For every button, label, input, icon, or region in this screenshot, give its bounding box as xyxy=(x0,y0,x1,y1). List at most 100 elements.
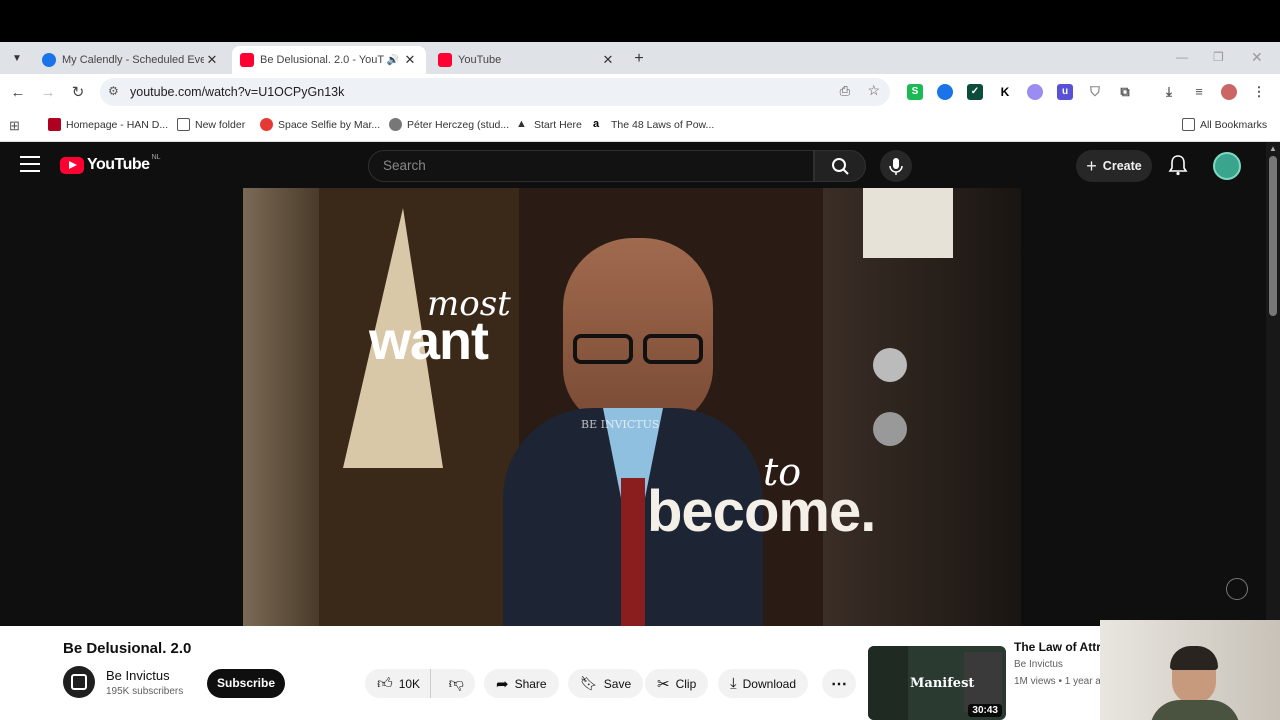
masthead: YouTube NL Search + Create xyxy=(0,142,1266,188)
recommended-title[interactable]: The Law of Attra xyxy=(1014,640,1108,654)
install-app-icon[interactable]: ⎙ xyxy=(840,83,850,99)
player-branding-icon[interactable] xyxy=(1226,578,1248,600)
extension-icon[interactable]: u xyxy=(1057,84,1073,100)
overlay-text-become: become. xyxy=(647,479,876,544)
thumbs-up-icon: 👍︎ xyxy=(377,674,393,692)
subscribe-button[interactable]: Subscribe xyxy=(207,669,285,698)
webcam-overlay xyxy=(1100,620,1280,720)
tab-title: Be Delusional. 2.0 - YouTube xyxy=(260,54,384,66)
hamburger-menu-icon[interactable] xyxy=(20,156,40,172)
speaker-icon[interactable]: 🔊 xyxy=(384,55,402,66)
close-tab-icon[interactable]: ✕ xyxy=(204,52,220,68)
forward-button[interactable]: → xyxy=(38,83,58,103)
youtube-favicon-icon xyxy=(438,53,452,67)
tab-title: YouTube xyxy=(458,54,502,66)
han-icon xyxy=(48,118,61,131)
notifications-bell-icon[interactable] xyxy=(1168,154,1188,181)
download-icon[interactable]: ⤓ xyxy=(1161,84,1177,100)
search-input[interactable]: Search xyxy=(368,150,814,182)
maximize-button[interactable]: ❐ xyxy=(1213,50,1224,64)
more-horizontal-icon: ⋯ xyxy=(831,675,847,693)
clip-button[interactable]: ✂ Clip xyxy=(645,669,709,698)
like-button[interactable]: 👍︎ 10K xyxy=(365,669,432,698)
new-tab-button[interactable]: + xyxy=(630,50,648,68)
bookmark-item[interactable]: ▲ Start Here xyxy=(516,118,582,131)
thumbs-down-icon: 👎︎ xyxy=(448,674,464,692)
back-button[interactable]: ← xyxy=(8,83,28,103)
bookmark-item[interactable]: a The 48 Laws of Pow... xyxy=(593,118,714,131)
extension-icon[interactable]: S xyxy=(907,84,923,100)
bookmark-star-icon[interactable]: ☆ xyxy=(867,82,880,99)
minimize-button[interactable]: — xyxy=(1176,50,1188,64)
extension-icon[interactable]: K xyxy=(997,84,1013,100)
search-button[interactable] xyxy=(814,150,866,182)
bookmarks-bar: ⊞ Homepage - HAN D... New folder Space S… xyxy=(0,110,1280,142)
channel-watermark: BE INVICTUS xyxy=(581,418,660,431)
start-icon: ▲ xyxy=(516,118,527,130)
scroll-up-arrow-icon[interactable]: ▲ xyxy=(1269,144,1277,153)
thumb-left xyxy=(868,646,908,720)
bookmark-item[interactable]: New folder xyxy=(177,118,245,131)
all-bookmarks[interactable]: All Bookmarks xyxy=(1182,118,1267,131)
scrollbar-thumb[interactable] xyxy=(1269,156,1277,316)
more-actions-button[interactable]: ⋯ xyxy=(822,669,856,698)
bookmark-item[interactable]: Péter Herczeg (stud... xyxy=(389,118,509,131)
profile-avatar[interactable] xyxy=(1221,84,1237,100)
recommended-channel: Be Invictus xyxy=(1014,659,1063,670)
youtube-play-logo-icon xyxy=(60,156,84,174)
wall-photo xyxy=(863,188,953,258)
save-button[interactable]: 🔖︎ Save xyxy=(568,669,644,698)
search-icon xyxy=(832,158,849,175)
recommended-meta: 1M views • 1 year a xyxy=(1014,676,1101,687)
download-button[interactable]: ⤓ Download xyxy=(718,669,809,698)
tab-youtube[interactable]: YouTube ✕ xyxy=(430,46,624,74)
channel-name[interactable]: Be Invictus xyxy=(106,668,170,683)
extension-icon[interactable]: ✓ xyxy=(967,84,983,100)
recommended-thumbnail[interactable]: Manifest 30:43 xyxy=(868,646,1006,720)
site-info-icon[interactable]: ⚙ xyxy=(108,84,119,98)
subscriber-count: 195K subscribers xyxy=(106,686,184,697)
channel-avatar[interactable] xyxy=(63,666,95,698)
tab-strip: ▼ My Calendly - Scheduled Events ✕ Be De… xyxy=(0,42,1280,74)
reload-button[interactable]: ↻ xyxy=(68,83,88,103)
screen-top-bar xyxy=(0,0,1280,42)
youtube-logo[interactable]: YouTube NL xyxy=(60,154,161,174)
shield-icon[interactable]: ⛉ xyxy=(1087,84,1103,100)
duration-badge: 30:43 xyxy=(968,704,1002,717)
close-tab-icon[interactable]: ✕ xyxy=(600,52,616,68)
extensions-puzzle-icon[interactable]: ⧉ xyxy=(1117,84,1133,100)
video-player[interactable]: most want to become. BE INVICTUS xyxy=(243,188,1021,626)
close-window-button[interactable]: ✕ xyxy=(1251,49,1263,66)
apps-grid-icon[interactable]: ⊞ xyxy=(9,118,20,134)
thumbnail-text: Manifest xyxy=(910,676,975,691)
decor-disc xyxy=(873,412,907,446)
plus-icon: + xyxy=(1086,155,1097,176)
dislike-button[interactable]: 👎︎ xyxy=(437,675,475,693)
video-bg-left xyxy=(243,188,319,626)
bookmark-item[interactable]: Space Selfie by Mar... xyxy=(260,118,380,131)
youtube-favicon-icon xyxy=(240,53,254,67)
tab-youtube-active[interactable]: Be Delusional. 2.0 - YouTube 🔊 ✕ xyxy=(232,46,426,74)
youtube-page: YouTube NL Search + Create most want to … xyxy=(0,142,1266,720)
folder-icon xyxy=(1182,118,1195,131)
share-button[interactable]: ➦ Share xyxy=(484,669,559,698)
download-icon: ⤓ xyxy=(730,675,737,692)
bookmark-item[interactable]: Homepage - HAN D... xyxy=(48,118,168,131)
address-bar[interactable]: ⚙ youtube.com/watch?v=U1OCPyGn13k ⎙ ☆ xyxy=(100,78,890,106)
like-dislike-group: 👍︎ 10K 👎︎ xyxy=(365,669,475,698)
tab-calendly[interactable]: My Calendly - Scheduled Events ✕ xyxy=(34,46,228,74)
close-tab-icon[interactable]: ✕ xyxy=(402,52,418,68)
extension-icon[interactable] xyxy=(937,84,953,100)
media-controls-icon[interactable]: ≡ xyxy=(1191,84,1207,100)
user-avatar[interactable] xyxy=(1213,152,1241,180)
extension-icon[interactable] xyxy=(1027,84,1043,100)
voice-search-button[interactable] xyxy=(880,150,912,182)
menu-kebab-icon[interactable]: ⋮ xyxy=(1251,84,1267,100)
video-details: Be Delusional. 2.0 Be Invictus 195K subs… xyxy=(0,626,1266,720)
decor-disc xyxy=(873,348,907,382)
create-button[interactable]: + Create xyxy=(1076,150,1152,182)
tab-search-icon[interactable]: ▼ xyxy=(8,50,26,68)
calendly-favicon-icon xyxy=(42,53,56,67)
tab-title: My Calendly - Scheduled Events xyxy=(62,54,204,66)
video-title: Be Delusional. 2.0 xyxy=(63,640,192,657)
